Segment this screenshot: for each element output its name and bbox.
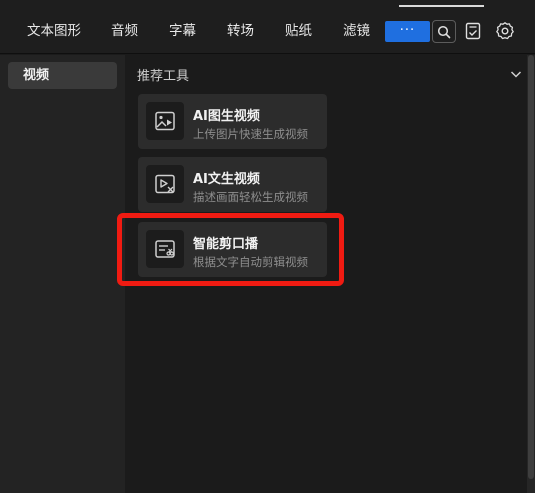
tab-filters[interactable]: 滤镜: [343, 21, 370, 41]
active-tab-indicator: [399, 5, 484, 7]
tool-card-ai-image-to-video[interactable]: AI图生视频 上传图片快速生成视频: [138, 94, 327, 149]
tab-text-graphics[interactable]: 文本图形: [27, 21, 81, 41]
card-icon-box: [146, 102, 184, 140]
card-icon-box: [146, 165, 184, 203]
settings-button[interactable]: [493, 19, 517, 43]
scrollbar[interactable]: [527, 55, 535, 493]
tab-subtitles[interactable]: 字幕: [169, 21, 196, 41]
tab-audio[interactable]: 音频: [111, 21, 138, 41]
card-title: AI文生视频: [193, 172, 260, 187]
search-button[interactable]: [432, 20, 456, 43]
gear-icon: [496, 22, 514, 40]
tab-transitions[interactable]: 转场: [227, 21, 254, 41]
tool-card-ai-text-to-video[interactable]: AI文生视频 描述画面轻松生成视频: [138, 157, 327, 212]
card-subtitle: 上传图片快速生成视频: [193, 127, 308, 141]
card-subtitle: 描述画面轻松生成视频: [193, 190, 308, 204]
top-toolbar: 文本图形 音频 字幕 转场 贴纸 滤镜 ···: [0, 0, 535, 54]
tools-panel: 推荐工具 AI图生视频 上传图片快速生成视频 AI文生视频 描述画面轻松生成视频: [125, 55, 527, 493]
sidebar-item-video[interactable]: 视频: [8, 62, 117, 89]
scrollbar-thumb[interactable]: [528, 55, 534, 479]
card-icon-box: [146, 230, 184, 268]
more-tabs-button[interactable]: ···: [385, 21, 430, 42]
section-title: 推荐工具: [137, 69, 190, 84]
chevron-down-icon[interactable]: [509, 67, 523, 81]
search-icon: [437, 25, 451, 38]
card-title: AI图生视频: [193, 109, 260, 124]
checklist-button[interactable]: [461, 19, 485, 43]
text-to-video-icon: [155, 174, 175, 194]
image-to-video-icon: [155, 111, 175, 131]
card-subtitle: 根据文字自动剪辑视频: [193, 255, 308, 269]
card-title: 智能剪口播: [193, 237, 259, 252]
tool-card-smart-cut[interactable]: 智能剪口播 根据文字自动剪辑视频: [138, 222, 327, 277]
tab-stickers[interactable]: 贴纸: [285, 21, 312, 41]
checklist-icon: [465, 22, 481, 40]
category-sidebar: 视频: [0, 55, 125, 493]
smart-cut-icon: [155, 240, 175, 258]
